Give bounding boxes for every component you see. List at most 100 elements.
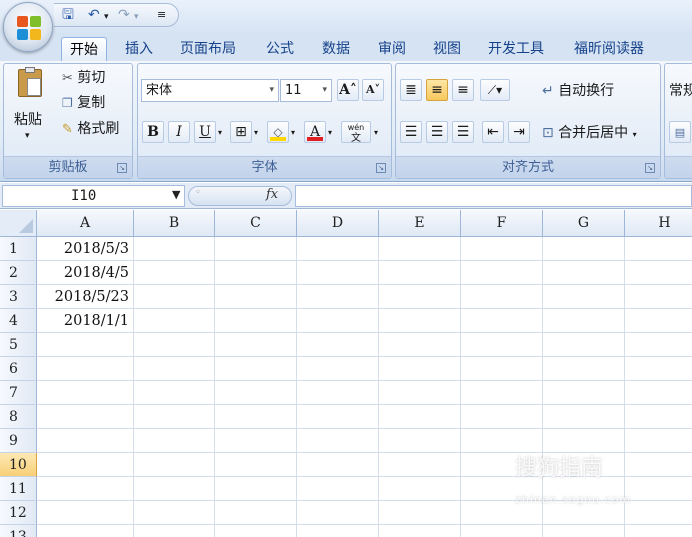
cell-b8[interactable] bbox=[134, 405, 215, 429]
cell-c8[interactable] bbox=[215, 405, 297, 429]
column-header-b[interactable]: B bbox=[134, 210, 215, 237]
cell-b7[interactable] bbox=[134, 381, 215, 405]
row-header-9[interactable]: 9 bbox=[0, 429, 37, 453]
row-header-11[interactable]: 11 bbox=[0, 477, 37, 501]
row-header-10[interactable]: 10 bbox=[0, 453, 37, 477]
redo-icon[interactable]: ↷ bbox=[118, 7, 130, 23]
clipboard-dialog-launcher-icon[interactable]: ↘ bbox=[117, 163, 127, 173]
cell-e9[interactable] bbox=[379, 429, 461, 453]
cell-h9[interactable] bbox=[625, 429, 692, 453]
tab-home[interactable]: 开始 bbox=[61, 37, 107, 61]
number-format-select[interactable]: 常规 bbox=[669, 82, 692, 100]
cell-d7[interactable] bbox=[297, 381, 379, 405]
format-painter-button[interactable]: ✎ 格式刷 bbox=[62, 120, 119, 139]
insert-function-icon[interactable]: fx bbox=[266, 187, 278, 202]
borders-button[interactable]: ⊞ bbox=[230, 121, 252, 143]
cell-d9[interactable] bbox=[297, 429, 379, 453]
cell-h13[interactable] bbox=[625, 525, 692, 537]
phonetic-dropdown-icon[interactable]: ▾ bbox=[374, 124, 378, 142]
cell-h7[interactable] bbox=[625, 381, 692, 405]
row-header-3[interactable]: 3 bbox=[0, 285, 37, 309]
cell-g3[interactable] bbox=[543, 285, 625, 309]
cell-e10[interactable] bbox=[379, 453, 461, 477]
font-size-select[interactable]: 11 ▾ bbox=[280, 79, 332, 102]
cell-e1[interactable] bbox=[379, 237, 461, 261]
tab-review[interactable]: 审阅 bbox=[370, 37, 414, 61]
cell-d1[interactable] bbox=[297, 237, 379, 261]
column-header-c[interactable]: C bbox=[215, 210, 297, 237]
cell-e5[interactable] bbox=[379, 333, 461, 357]
customize-qat-icon[interactable]: ≡ bbox=[157, 7, 166, 23]
align-middle-button[interactable]: ≡ bbox=[426, 79, 448, 101]
font-dialog-launcher-icon[interactable]: ↘ bbox=[376, 163, 386, 173]
save-icon[interactable]: 🖫 bbox=[62, 7, 74, 23]
cell-h3[interactable] bbox=[625, 285, 692, 309]
bold-button[interactable]: B bbox=[142, 121, 164, 143]
cell-b5[interactable] bbox=[134, 333, 215, 357]
cell-h6[interactable] bbox=[625, 357, 692, 381]
cell-b10[interactable] bbox=[134, 453, 215, 477]
cell-a7[interactable] bbox=[37, 381, 134, 405]
row-header-7[interactable]: 7 bbox=[0, 381, 37, 405]
currency-format-button[interactable]: ▤ bbox=[669, 121, 691, 143]
cell-h4[interactable] bbox=[625, 309, 692, 333]
cell-h5[interactable] bbox=[625, 333, 692, 357]
cell-a4[interactable]: 2018/1/1 bbox=[37, 309, 134, 333]
formula-input[interactable] bbox=[295, 185, 692, 207]
column-header-e[interactable]: E bbox=[379, 210, 461, 237]
cell-b12[interactable] bbox=[134, 501, 215, 525]
redo-dropdown-icon[interactable]: ▾ bbox=[134, 9, 139, 25]
cell-d2[interactable] bbox=[297, 261, 379, 285]
cell-b4[interactable] bbox=[134, 309, 215, 333]
cell-d8[interactable] bbox=[297, 405, 379, 429]
cell-b1[interactable] bbox=[134, 237, 215, 261]
cell-c4[interactable] bbox=[215, 309, 297, 333]
cell-d4[interactable] bbox=[297, 309, 379, 333]
expand-handle-icon[interactable]: ◦ bbox=[195, 187, 201, 198]
cell-c3[interactable] bbox=[215, 285, 297, 309]
cell-c12[interactable] bbox=[215, 501, 297, 525]
cell-e3[interactable] bbox=[379, 285, 461, 309]
cell-g5[interactable] bbox=[543, 333, 625, 357]
cut-button[interactable]: ✂ 剪切 bbox=[62, 69, 105, 88]
tab-foxit-reader[interactable]: 福昕阅读器 bbox=[566, 37, 652, 61]
row-header-1[interactable]: 1 bbox=[0, 237, 37, 261]
cell-h2[interactable] bbox=[625, 261, 692, 285]
cell-a13[interactable] bbox=[37, 525, 134, 537]
cell-d13[interactable] bbox=[297, 525, 379, 537]
tab-formulas[interactable]: 公式 bbox=[258, 37, 302, 61]
cell-g7[interactable] bbox=[543, 381, 625, 405]
orientation-button[interactable]: ⟋▾ bbox=[480, 79, 510, 101]
cell-d11[interactable] bbox=[297, 477, 379, 501]
cell-c6[interactable] bbox=[215, 357, 297, 381]
undo-dropdown-icon[interactable]: ▾ bbox=[104, 9, 109, 25]
cell-f6[interactable] bbox=[461, 357, 543, 381]
row-header-8[interactable]: 8 bbox=[0, 405, 37, 429]
name-box-dropdown-icon[interactable]: ▼ bbox=[172, 188, 180, 201]
cell-b2[interactable] bbox=[134, 261, 215, 285]
column-header-d[interactable]: D bbox=[297, 210, 379, 237]
fill-color-dropdown-icon[interactable]: ▾ bbox=[291, 124, 295, 142]
cell-e11[interactable] bbox=[379, 477, 461, 501]
tab-view[interactable]: 视图 bbox=[425, 37, 469, 61]
align-top-button[interactable]: ≣ bbox=[400, 79, 422, 101]
cell-f13[interactable] bbox=[461, 525, 543, 537]
cell-a12[interactable] bbox=[37, 501, 134, 525]
cell-c7[interactable] bbox=[215, 381, 297, 405]
row-header-13[interactable]: 13 bbox=[0, 525, 37, 537]
cell-f4[interactable] bbox=[461, 309, 543, 333]
cell-e12[interactable] bbox=[379, 501, 461, 525]
worksheet-grid[interactable]: ABCDEFGH 1 2018/5/3 2 2018/4/5 3 2018/5/23 4 20… bbox=[0, 210, 692, 537]
cell-a11[interactable] bbox=[37, 477, 134, 501]
cell-c10[interactable] bbox=[215, 453, 297, 477]
cell-h12[interactable] bbox=[625, 501, 692, 525]
underline-dropdown-icon[interactable]: ▾ bbox=[218, 124, 222, 142]
cell-f1[interactable] bbox=[461, 237, 543, 261]
alignment-dialog-launcher-icon[interactable]: ↘ bbox=[645, 163, 655, 173]
cell-a2[interactable]: 2018/4/5 bbox=[37, 261, 134, 285]
cell-c11[interactable] bbox=[215, 477, 297, 501]
align-right-button[interactable]: ☰ bbox=[452, 121, 474, 143]
cell-f5[interactable] bbox=[461, 333, 543, 357]
cell-a1[interactable]: 2018/5/3 bbox=[37, 237, 134, 261]
row-header-12[interactable]: 12 bbox=[0, 501, 37, 525]
